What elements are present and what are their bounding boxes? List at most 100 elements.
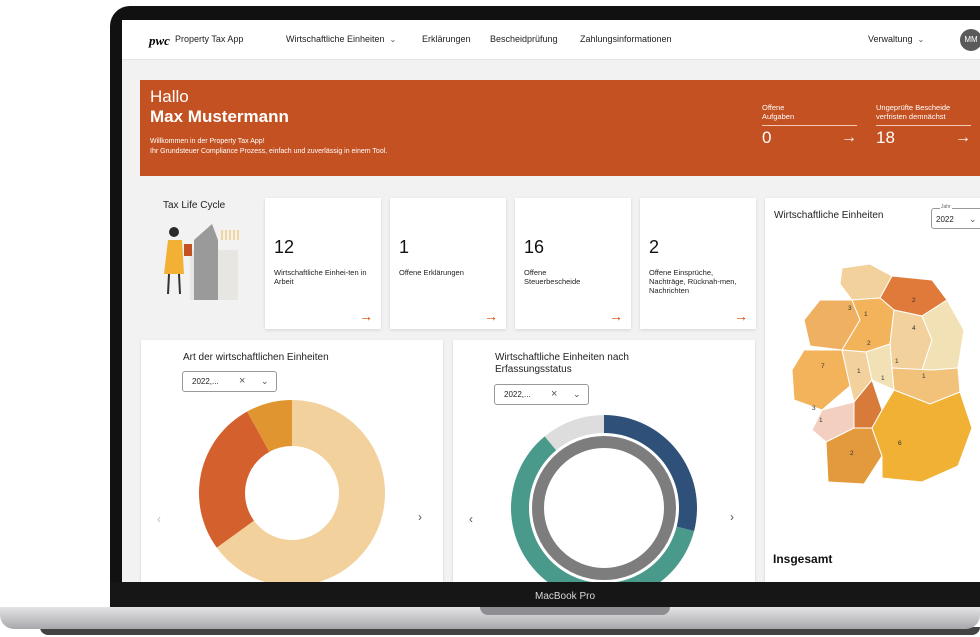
- card-label: Offene Erklärungen: [399, 268, 464, 277]
- chevron-right-icon[interactable]: ›: [730, 510, 734, 524]
- arrow-right-icon[interactable]: →: [359, 308, 373, 324]
- type-chart-panel: Art der wirtschaftlichen Einheiten 2022,…: [141, 340, 443, 582]
- lifecycle-card[interactable]: 16 Offene Steuerbescheide →: [515, 198, 631, 329]
- status-chart-panel: Wirtschaftliche Einheiten nach Erfassung…: [453, 340, 755, 582]
- chevron-right-icon[interactable]: ›: [418, 510, 422, 524]
- panel-title: Wirtschaftliche Einheiten nach Erfassung…: [495, 352, 629, 376]
- map-region-count: 2: [867, 340, 871, 347]
- illustration-head: [169, 227, 179, 237]
- welcome-line-1: Willkommen in der Property Tax App!: [150, 138, 265, 145]
- nav-wirtschaftliche-einheiten[interactable]: Wirtschaftliche Einheiten ⌄: [286, 34, 396, 44]
- map-region-count: 2: [912, 297, 916, 304]
- map-region-count: 1: [819, 417, 823, 424]
- card-value: 12: [274, 237, 295, 257]
- illustration-tower: [194, 224, 218, 300]
- device-label: MacBook Pro: [535, 591, 596, 602]
- map-region-count: 1: [922, 373, 926, 380]
- arrow-right-icon[interactable]: →: [484, 308, 498, 324]
- nav-label: Wirtschaftliche Einheiten: [286, 34, 385, 44]
- app-name[interactable]: Property Tax App: [175, 34, 243, 44]
- year-caption: Jahr: [940, 204, 952, 210]
- laptop-notch: [480, 607, 670, 615]
- kpi-open-tasks[interactable]: Offene Aufgaben 0 →: [762, 103, 857, 148]
- chevron-down-icon[interactable]: ⌄: [261, 376, 269, 387]
- lifecycle-illustration: [164, 224, 239, 300]
- status-donut-chart: [511, 415, 697, 582]
- year-filter[interactable]: 2022,... × ⌄: [494, 384, 589, 405]
- panel-title-line-2: Erfassungsstatus: [495, 364, 572, 375]
- map-year-select[interactable]: Jahr 2022 ⌄: [931, 204, 980, 229]
- chevron-left-icon[interactable]: ‹: [469, 512, 473, 526]
- card-value: 1: [399, 237, 410, 257]
- illustration-leg: [178, 273, 181, 295]
- panel-title: Wirtschaftliche Einheiten: [774, 210, 884, 221]
- map-region-count: 6: [898, 440, 902, 447]
- kpi-label: Ungeprüfte Bescheide verfristen demnächst: [876, 103, 971, 121]
- card-label: Wirtschaftliche Einhei-ten in Arbeit: [274, 268, 367, 286]
- admin-label: Verwaltung: [868, 34, 913, 44]
- kpi-label-line-2: Aufgaben: [762, 112, 795, 121]
- card-label: Offene Einsprüche, Nachträge, Rücknah-me…: [649, 268, 737, 295]
- map-region-count: 3: [812, 405, 816, 412]
- welcome-line-2: Ihr Grundsteuer Compliance Prozess, einf…: [150, 148, 388, 155]
- donut-inner-slice[interactable]: [532, 436, 676, 580]
- year-value: 2022: [936, 215, 954, 224]
- lifecycle-card[interactable]: 12 Wirtschaftliche Einhei-ten in Arbeit …: [265, 198, 381, 329]
- welcome-text: Willkommen in der Property Tax App! Ihr …: [150, 137, 570, 157]
- kpi-label: Offene Aufgaben: [762, 103, 857, 121]
- arrow-right-icon[interactable]: →: [955, 129, 971, 147]
- welcome-banner: Hallo Max Mustermann Willkommen in der P…: [140, 80, 980, 176]
- chevron-down-icon: ⌄: [917, 35, 925, 44]
- admin-menu[interactable]: Verwaltung ⌄: [868, 34, 924, 44]
- illustration-document: [184, 244, 192, 256]
- kpi-label-line-1: Ungeprüfte Bescheide: [876, 103, 951, 112]
- card-value: 16: [524, 237, 545, 257]
- filter-value: 2022,...: [504, 390, 531, 399]
- nav-erklaerungen[interactable]: Erklärungen: [422, 34, 471, 44]
- nav-bescheidpruefung[interactable]: Bescheidprüfung: [490, 34, 558, 44]
- map-region[interactable]: [791, 349, 851, 411]
- map-total-label: Insgesamt: [773, 552, 833, 566]
- kpi-unchecked-notices[interactable]: Ungeprüfte Bescheide verfristen demnächst…: [876, 103, 971, 148]
- donut-outer-slice[interactable]: [604, 415, 697, 532]
- chevron-left-icon[interactable]: ‹: [157, 512, 161, 526]
- map-region-count: 4: [912, 325, 916, 332]
- type-donut-chart: [198, 400, 385, 582]
- chevron-down-icon[interactable]: ⌄: [573, 389, 581, 400]
- lifecycle-card[interactable]: 1 Offene Erklärungen →: [390, 198, 506, 329]
- map-region-count: 2: [850, 450, 854, 457]
- map-region-count: 1: [864, 311, 868, 318]
- clear-icon[interactable]: ×: [551, 388, 557, 400]
- pwc-logo[interactable]: pwc: [149, 33, 170, 49]
- lifecycle-card[interactable]: 2 Offene Einsprüche, Nachträge, Rücknah-…: [640, 198, 756, 329]
- arrow-right-icon[interactable]: →: [841, 129, 857, 147]
- illustration-leg: [167, 273, 170, 295]
- user-avatar[interactable]: MM: [960, 29, 980, 51]
- clear-icon[interactable]: ×: [239, 375, 245, 387]
- arrow-right-icon[interactable]: →: [734, 308, 748, 324]
- panel-title: Art der wirtschaftlichen Einheiten: [183, 352, 329, 363]
- chevron-down-icon[interactable]: ⌄: [969, 214, 977, 225]
- card-label: Offene Steuerbescheide: [524, 268, 581, 286]
- year-filter[interactable]: 2022,... × ⌄: [182, 371, 277, 392]
- kpi-divider: [876, 125, 971, 126]
- map-region-count: 1: [881, 375, 885, 382]
- app-screen: pwc Property Tax App Wirtschaftliche Ein…: [122, 20, 980, 582]
- map-region-count: 1: [895, 358, 899, 365]
- illustration-figure: [164, 240, 184, 274]
- kpi-label-line-1: Offene: [762, 103, 785, 112]
- map-region[interactable]: [871, 389, 973, 483]
- chevron-down-icon: ⌄: [389, 35, 397, 44]
- illustration-candles: [221, 230, 239, 240]
- lifecycle-title: Tax Life Cycle: [163, 200, 226, 211]
- top-nav: pwc Property Tax App Wirtschaftliche Ein…: [122, 20, 980, 60]
- arrow-right-icon[interactable]: →: [609, 308, 623, 324]
- laptop-mockup: pwc Property Tax App Wirtschaftliche Ein…: [0, 0, 980, 637]
- kpi-label-line-2: verfristen demnächst: [876, 112, 946, 121]
- greeting: Hallo: [150, 87, 189, 106]
- kpi-divider: [762, 125, 857, 126]
- nav-zahlungsinformationen[interactable]: Zahlungsinformationen: [580, 34, 672, 44]
- card-value: 2: [649, 237, 660, 257]
- panel-title-line-1: Wirtschaftliche Einheiten nach: [495, 352, 629, 363]
- map-region-count: 7: [821, 363, 825, 370]
